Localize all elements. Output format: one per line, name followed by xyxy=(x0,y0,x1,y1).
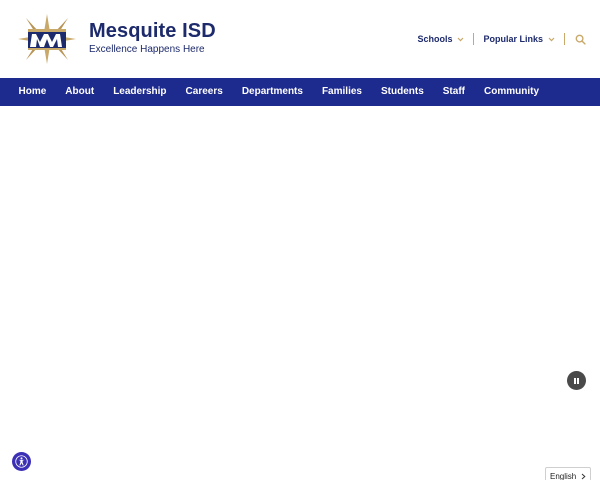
hero-slideshow xyxy=(0,106,600,480)
nav-item-departments[interactable]: Departments xyxy=(232,78,312,106)
utility-divider xyxy=(473,33,475,45)
schools-label: Schools xyxy=(417,34,453,44)
pause-icon-bar xyxy=(577,377,579,384)
chevron-right-icon xyxy=(581,473,586,480)
site-header: Mesquite ISD Excellence Happens Here Sch… xyxy=(0,0,600,78)
language-label: English xyxy=(550,471,577,480)
site-tagline: Excellence Happens Here xyxy=(89,44,205,55)
mesquite-logo-icon[interactable] xyxy=(18,14,76,64)
nav-item-students[interactable]: Students xyxy=(371,78,433,106)
chevron-down-icon xyxy=(457,37,464,42)
pause-icon xyxy=(574,377,576,384)
search-icon[interactable] xyxy=(574,33,586,45)
nav-item-about[interactable]: About xyxy=(56,78,104,106)
main-nav: Home About Leadership Careers Department… xyxy=(0,78,600,106)
schools-dropdown[interactable]: Schools xyxy=(417,34,464,44)
popular-links-dropdown[interactable]: Popular Links xyxy=(483,34,555,44)
chevron-down-icon xyxy=(548,37,555,42)
slideshow-pause-button[interactable] xyxy=(567,371,586,390)
nav-item-families[interactable]: Families xyxy=(312,78,371,106)
utility-nav: Schools Popular Links xyxy=(417,31,586,47)
popular-links-label: Popular Links xyxy=(483,34,543,44)
page: Mesquite ISD Excellence Happens Here Sch… xyxy=(0,0,600,480)
accessibility-button[interactable] xyxy=(12,452,31,471)
nav-item-staff[interactable]: Staff xyxy=(433,78,474,106)
accessibility-icon xyxy=(15,455,28,468)
nav-item-home[interactable]: Home xyxy=(9,78,56,106)
utility-divider xyxy=(564,33,565,45)
language-select[interactable]: English xyxy=(545,467,591,480)
site-title[interactable]: Mesquite ISD xyxy=(89,20,216,43)
nav-item-careers[interactable]: Careers xyxy=(176,78,232,106)
nav-item-leadership[interactable]: Leadership xyxy=(104,78,176,106)
nav-item-community[interactable]: Community xyxy=(475,78,549,106)
